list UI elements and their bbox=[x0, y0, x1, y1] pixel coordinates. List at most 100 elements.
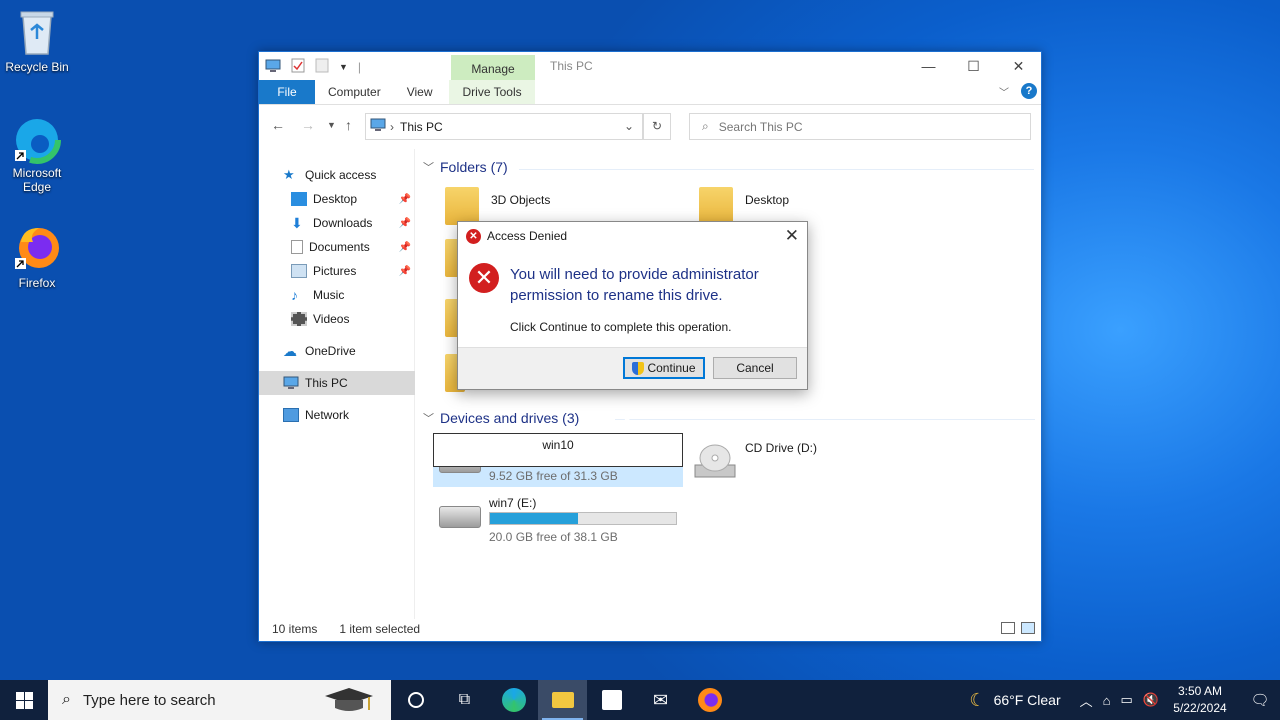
tab-file[interactable]: File bbox=[259, 80, 315, 104]
music-note-icon: ♪ bbox=[291, 287, 298, 303]
search-icon: ⌕ bbox=[702, 119, 709, 133]
tab-computer[interactable]: Computer bbox=[315, 80, 394, 104]
windows-logo-icon bbox=[15, 691, 33, 709]
sidebar-item-this-pc[interactable]: This PC bbox=[259, 371, 415, 395]
details-view-icon[interactable] bbox=[1001, 622, 1015, 634]
network-icon[interactable]: ▭ bbox=[1121, 692, 1133, 708]
search-icon: ⌕ bbox=[62, 691, 71, 708]
dialog-close-button[interactable]: ✕ bbox=[785, 226, 799, 246]
rename-input[interactable]: win10 bbox=[433, 433, 683, 467]
minimize-button[interactable]: — bbox=[906, 52, 951, 80]
mail-icon: ✉ bbox=[652, 689, 669, 710]
sidebar-label: Desktop bbox=[313, 192, 358, 206]
sidebar-label: Quick access bbox=[305, 168, 377, 182]
address-dropdown-icon[interactable]: ⌄ bbox=[624, 119, 634, 133]
edge-label: Microsoft Edge bbox=[12, 166, 62, 194]
sidebar-item-onedrive[interactable]: ☁ OneDrive bbox=[259, 339, 415, 363]
help-icon[interactable]: ? bbox=[1021, 83, 1037, 99]
cortana-button[interactable] bbox=[391, 680, 440, 720]
folder-icon bbox=[551, 692, 574, 708]
drive-cd-d[interactable]: CD Drive (D:) bbox=[689, 435, 939, 487]
volume-muted-icon[interactable]: 🔇 bbox=[1143, 692, 1159, 708]
sidebar-item-downloads[interactable]: ⬇ Downloads 📌 bbox=[259, 211, 415, 235]
task-view-button[interactable]: ⧉ bbox=[440, 680, 489, 720]
store-taskbar-button[interactable] bbox=[587, 680, 636, 720]
navigation-bar: ← → ▼ ↑ › This PC ⌄ ↻ ⌕ Search This PC bbox=[259, 105, 1041, 147]
dialog-title-bar[interactable]: ✕ Access Denied ✕ bbox=[458, 222, 807, 250]
sidebar-item-videos[interactable]: Videos bbox=[259, 307, 415, 331]
sidebar-label: Music bbox=[313, 288, 345, 302]
start-button[interactable] bbox=[0, 680, 48, 720]
taskbar-search-placeholder: Type here to search bbox=[82, 691, 216, 709]
sidebar-item-desktop[interactable]: Desktop 📌 bbox=[259, 187, 415, 211]
star-icon: ★ bbox=[283, 167, 295, 182]
system-tray: ☾ 66°F Clear ︿ ⌂ ▭ 🔇 3:50 AM 5/22/2024 🗨 bbox=[969, 680, 1280, 720]
network-icon bbox=[283, 408, 299, 422]
edge-shortcut[interactable]: Microsoft Edge bbox=[0, 114, 74, 194]
refresh-button[interactable]: ↻ bbox=[643, 113, 671, 140]
drives-group-header[interactable]: ﹀ Devices and drives (3) bbox=[423, 410, 579, 426]
access-denied-dialog: ✕ Access Denied ✕ ✕ You will need to pro… bbox=[457, 221, 808, 390]
drive-free-space: 9.52 GB free of 31.3 GB bbox=[489, 469, 618, 483]
up-button[interactable]: ↑ bbox=[345, 117, 352, 133]
search-box[interactable]: ⌕ Search This PC bbox=[689, 113, 1031, 140]
edge-icon bbox=[501, 688, 526, 712]
window-title: This PC bbox=[550, 59, 593, 73]
title-bar[interactable]: ▼ | Manage This PC — ☐ ✕ bbox=[259, 52, 1041, 84]
sidebar-label: Network bbox=[305, 408, 350, 422]
show-hidden-icons-chevron-icon[interactable]: ︿ bbox=[1080, 691, 1093, 710]
firefox-taskbar-button[interactable] bbox=[685, 680, 734, 720]
tab-drive-tools[interactable]: Drive Tools bbox=[449, 80, 535, 104]
sidebar-item-quick-access[interactable]: ★ Quick access bbox=[259, 163, 415, 187]
firefox-shortcut[interactable]: Firefox bbox=[0, 224, 74, 290]
properties-icon[interactable] bbox=[291, 58, 305, 76]
recycle-bin-shortcut[interactable]: Recycle Bin bbox=[0, 8, 74, 74]
edge-taskbar-button[interactable] bbox=[489, 680, 538, 720]
qat-dropdown-icon[interactable]: ▼ bbox=[339, 62, 348, 72]
moon-icon: ☾ bbox=[969, 689, 986, 710]
large-icons-view-icon[interactable] bbox=[1021, 622, 1035, 634]
sidebar-label: Downloads bbox=[313, 216, 373, 230]
selection-count: 1 item selected bbox=[339, 622, 421, 636]
firefox-icon bbox=[697, 688, 722, 712]
address-text: This PC bbox=[400, 119, 443, 134]
clock[interactable]: 3:50 AM 5/22/2024 bbox=[1172, 683, 1228, 717]
new-folder-icon[interactable] bbox=[315, 58, 329, 76]
drive-name: win7 (E:) bbox=[489, 496, 537, 510]
sidebar-item-documents[interactable]: Documents 📌 bbox=[259, 235, 415, 259]
sidebar-item-network[interactable]: Network bbox=[259, 403, 415, 427]
mail-taskbar-button[interactable]: ✉ bbox=[636, 680, 685, 720]
drive-win7-e[interactable]: win7 (E:) 20.0 GB free of 38.1 GB bbox=[433, 490, 683, 544]
pin-icon: 📌 bbox=[398, 265, 411, 277]
notification-center-icon[interactable]: 🗨 bbox=[1240, 691, 1280, 709]
clock-time: 3:50 AM bbox=[1177, 684, 1223, 698]
folder-name: 3D Objects bbox=[491, 193, 551, 207]
continue-button[interactable]: Continue bbox=[623, 357, 705, 379]
computer-icon bbox=[283, 376, 299, 390]
cd-drive-icon bbox=[694, 444, 736, 478]
address-bar[interactable]: › This PC ⌄ bbox=[365, 113, 643, 140]
navigation-pane: ★ Quick access Desktop 📌 ⬇ Downloads 📌 D… bbox=[259, 149, 415, 619]
maximize-button[interactable]: ☐ bbox=[951, 52, 996, 80]
cloud-icon: ☁ bbox=[283, 343, 297, 359]
file-explorer-taskbar-button[interactable] bbox=[538, 680, 587, 720]
expand-ribbon-icon[interactable]: ﹀ bbox=[999, 84, 1009, 99]
cancel-button[interactable]: Cancel bbox=[713, 357, 797, 379]
tab-view[interactable]: View bbox=[394, 80, 446, 104]
sidebar-item-pictures[interactable]: Pictures 📌 bbox=[259, 259, 415, 283]
forward-button[interactable]: → bbox=[301, 117, 315, 133]
recent-locations-button[interactable]: ▼ bbox=[327, 120, 336, 130]
taskbar-search-box[interactable]: ⌕ Type here to search bbox=[48, 680, 391, 720]
weather-widget[interactable]: ☾ 66°F Clear bbox=[969, 690, 1060, 711]
close-button[interactable]: ✕ bbox=[996, 52, 1041, 80]
sidebar-item-music[interactable]: ♪ Music bbox=[259, 283, 415, 307]
edge-icon bbox=[13, 114, 61, 164]
folders-group-header[interactable]: ﹀ Folders (7) bbox=[423, 159, 508, 175]
back-button[interactable]: ← bbox=[271, 117, 285, 133]
recycle-bin-icon bbox=[13, 8, 61, 56]
firefox-label: Firefox bbox=[18, 276, 56, 290]
meet-now-icon[interactable]: ⌂ bbox=[1103, 693, 1111, 708]
error-icon: ✕ bbox=[466, 228, 481, 244]
sidebar-label: OneDrive bbox=[305, 344, 356, 358]
this-pc-icon bbox=[370, 118, 386, 135]
